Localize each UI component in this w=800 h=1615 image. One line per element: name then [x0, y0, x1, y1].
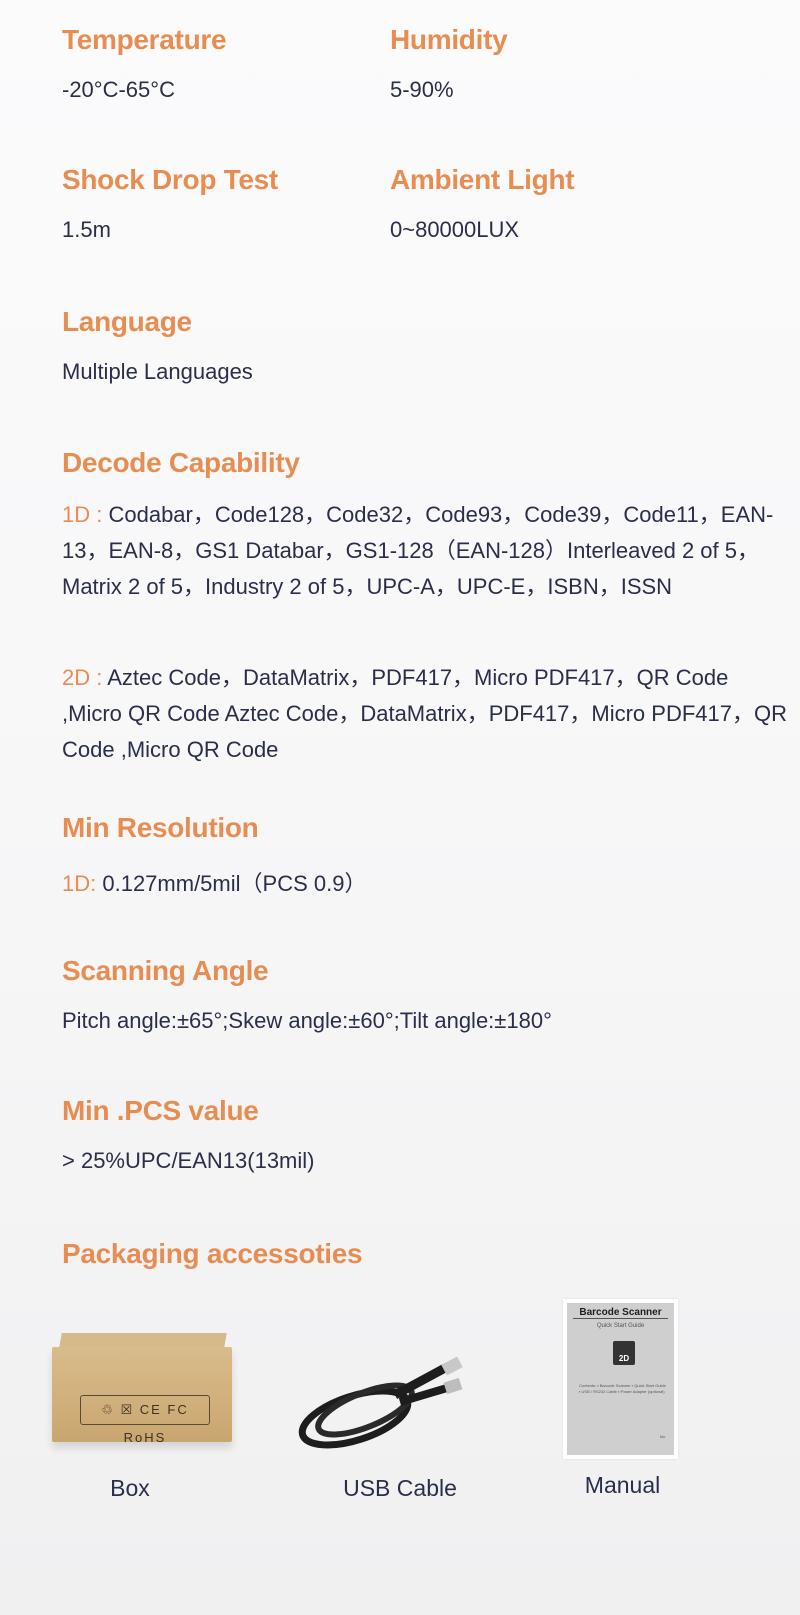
- manual-image: Barcode Scanner Quick Start Guide 2D Con…: [563, 1299, 678, 1459]
- scanning-angle-value: Pitch angle:±65°;Skew angle:±60°;Tilt an…: [62, 1008, 552, 1033]
- decode-2d-prefix: 2D :: [62, 665, 103, 690]
- shock-drop-label: Shock Drop Test: [62, 164, 278, 195]
- humidity-label: Humidity: [390, 24, 508, 55]
- min-pcs-label: Min .PCS value: [62, 1095, 259, 1126]
- manual-subtitle: Quick Start Guide: [596, 1323, 645, 1329]
- min-pcs-value: > 25%UPC/EAN13(13mil): [62, 1148, 315, 1173]
- usb-cable-caption: USB Cable: [343, 1475, 457, 1501]
- box-certification-marks: ♲ ☒ CE FC RoHS: [80, 1395, 210, 1445]
- shock-drop-value: 1.5m: [62, 217, 111, 242]
- min-resolution-prefix: 1D:: [62, 871, 97, 896]
- manual-contents: Contents: ▪ Barcode Scanner ▪ Quick Star…: [579, 1383, 666, 1394]
- language-label: Language: [62, 306, 192, 337]
- temperature-label: Temperature: [62, 24, 227, 55]
- manual-title: Barcode Scanner: [573, 1307, 668, 1319]
- usb-cable-image: [298, 1356, 463, 1449]
- decode-capability-label: Decode Capability: [62, 447, 300, 478]
- manual-2d-badge: 2D: [613, 1341, 635, 1365]
- scanning-angle-label: Scanning Angle: [62, 955, 269, 986]
- decode-1d-paragraph: 1D : Codabar，Code128，Code32，Code93，Code3…: [62, 497, 792, 605]
- min-resolution-value: 1D: 0.127mm/5mil（PCS 0.9）: [62, 866, 366, 898]
- decode-1d-prefix: 1D :: [62, 502, 103, 527]
- packaging-label: Packaging accessoties: [62, 1238, 363, 1269]
- decode-2d-paragraph: 2D : Aztec Code，DataMatrix，PDF417，Micro …: [62, 660, 792, 768]
- ambient-light-label: Ambient Light: [390, 164, 575, 195]
- decode-1d-text: Codabar，Code128，Code32，Code93，Code39，Cod…: [62, 502, 774, 599]
- decode-2d-text: Aztec Code，DataMatrix，PDF417，Micro PDF41…: [62, 665, 787, 762]
- min-resolution-text: 0.127mm/5mil（PCS 0.9）: [96, 871, 367, 896]
- box-caption: Box: [110, 1475, 150, 1501]
- manual-caption: Manual: [584, 1472, 661, 1498]
- humidity-value: 5-90%: [390, 77, 454, 102]
- manual-footer: No.: [659, 1434, 666, 1439]
- min-resolution-label: Min Resolution: [62, 812, 259, 843]
- temperature-value: -20°C-65°C: [62, 77, 175, 102]
- language-value: Multiple Languages: [62, 359, 253, 384]
- ambient-light-value: 0~80000LUX: [390, 217, 520, 242]
